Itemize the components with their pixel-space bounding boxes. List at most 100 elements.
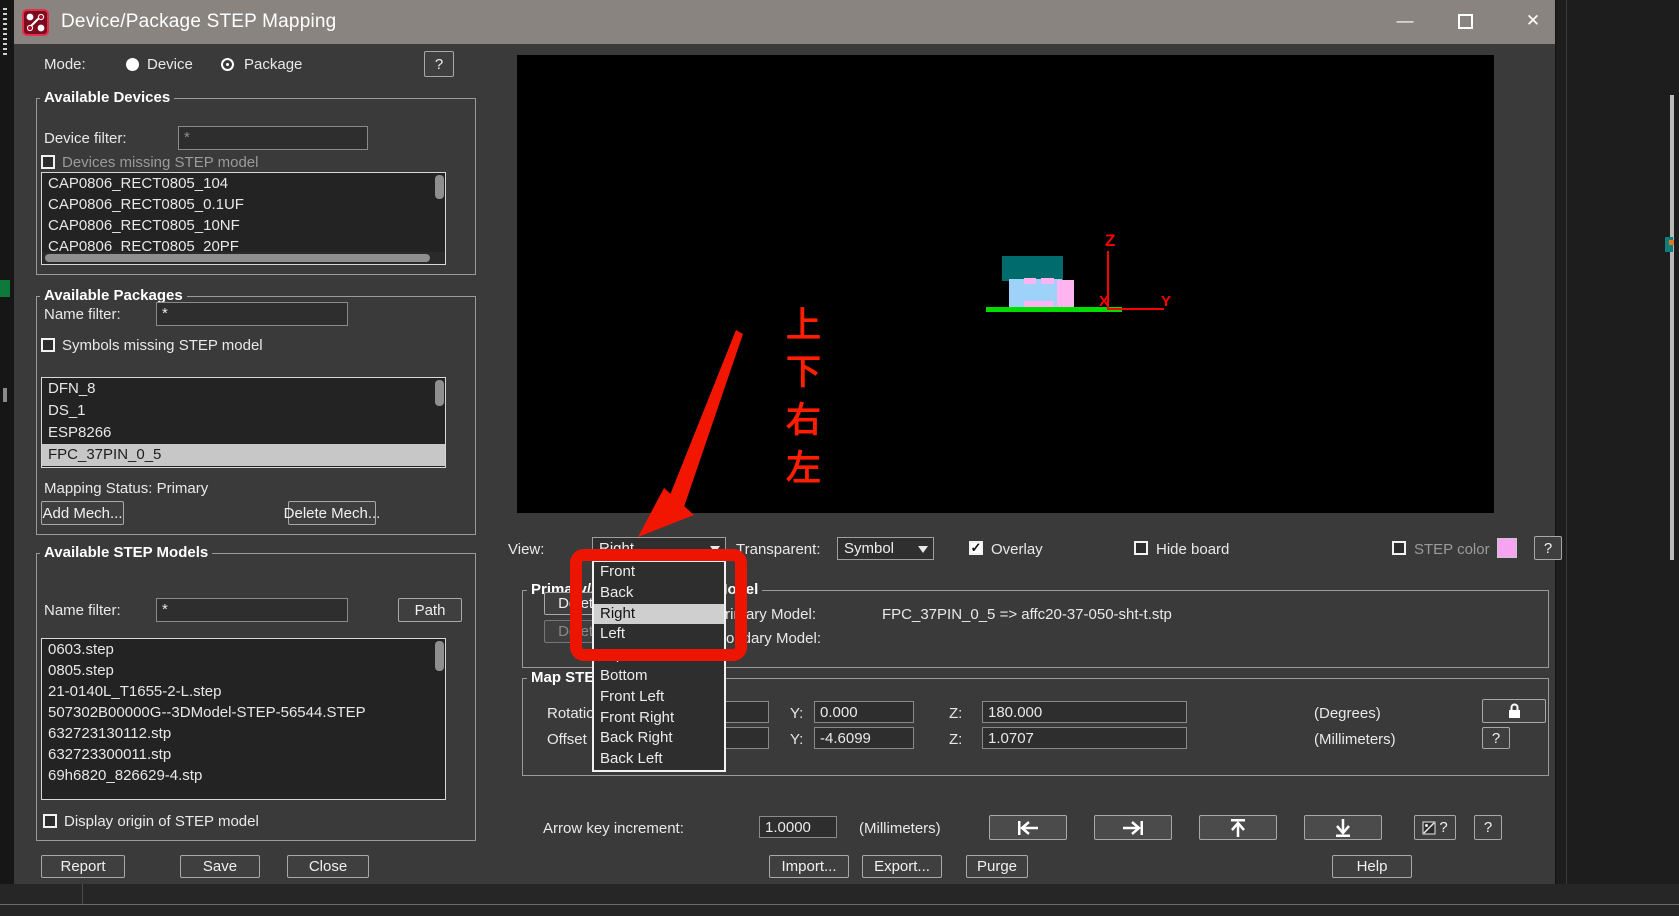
overlay-label[interactable]: Overlay [991, 541, 1043, 558]
close-dialog-button[interactable]: Close [287, 855, 369, 878]
axis-y-line [1107, 308, 1164, 310]
transparent-combobox-value: Symbol [844, 540, 895, 557]
list-item[interactable]: 632723130112.stp [42, 723, 445, 744]
dropdown-item[interactable]: Back Right [594, 728, 724, 749]
window-title: Device/Package STEP Mapping [61, 11, 337, 32]
device-list-vscrollbar[interactable] [435, 175, 444, 199]
axis-z-label: Z [1105, 231, 1116, 250]
mode-device-label[interactable]: Device [147, 56, 193, 73]
nudge-left-button[interactable] [989, 815, 1067, 840]
background-orange-dot [1669, 240, 1674, 245]
rotation-z-field[interactable]: 180.000 [982, 701, 1187, 723]
rotation-lock-button[interactable] [1482, 699, 1546, 723]
titlebar[interactable]: Device/Package STEP Mapping — ✕ [14, 0, 1555, 44]
symbols-missing-label[interactable]: Symbols missing STEP model [62, 337, 263, 354]
increment-units-label: (Millimeters) [859, 820, 941, 837]
package-filter-value: * [162, 305, 168, 322]
rotation-y-field[interactable]: 0.000 [814, 701, 914, 723]
package-list-vscrollbar[interactable] [435, 380, 444, 406]
device-list-hscrollbar[interactable] [42, 252, 445, 264]
list-item[interactable]: 507302B00000G--3DModel-STEP-56544.STEP [42, 702, 445, 723]
package-list[interactable]: DFN_8 DS_1 ESP8266 FPC_37PIN_0_5 [41, 377, 446, 468]
list-item[interactable]: CAP0806_RECT0805_10NF [42, 215, 445, 236]
package-filter-input[interactable]: * [156, 302, 348, 326]
list-item[interactable]: 0603.step [42, 639, 445, 660]
dropdown-item[interactable]: Front Right [594, 708, 724, 729]
available-devices-title: Available Devices [40, 89, 175, 106]
dropdown-item[interactable]: Front Left [594, 687, 724, 708]
annotation-char-right: 右 [786, 401, 822, 440]
arrow-up-icon [1231, 818, 1245, 837]
background-scrollbar[interactable] [1670, 95, 1674, 560]
close-button[interactable]: ✕ [1518, 6, 1548, 36]
import-button[interactable]: Import... [769, 855, 849, 878]
delete-mech-button[interactable]: Delete Mech... [284, 501, 380, 525]
help-button[interactable]: Help [1332, 855, 1412, 878]
display-origin-checkbox[interactable] [43, 814, 57, 828]
step-color-swatch[interactable] [1497, 538, 1517, 558]
list-item[interactable]: DS_1 [42, 400, 445, 422]
millimeters-label: (Millimeters) [1314, 731, 1396, 748]
mapping-status: Mapping Status: Primary [44, 480, 209, 497]
increment-field[interactable]: 1.0000 [759, 816, 837, 838]
step-color-checkbox[interactable] [1392, 541, 1406, 555]
annotation-char-up: 上 [786, 306, 822, 345]
list-item[interactable]: 0805.step [42, 660, 445, 681]
maximize-button[interactable] [1450, 6, 1480, 36]
step-model-list[interactable]: 0603.step 0805.step 21-0140L_T1655-2-L.s… [41, 638, 446, 800]
path-button[interactable]: Path [398, 598, 462, 622]
add-mech-button[interactable]: Add Mech... [41, 501, 124, 525]
save-button[interactable]: Save [180, 855, 260, 878]
step-filter-input[interactable]: * [156, 598, 348, 622]
report-button[interactable]: Report [41, 855, 125, 878]
display-origin-label[interactable]: Display origin of STEP model [64, 813, 259, 830]
list-item[interactable]: 21-0140L_T1655-2-L.step [42, 681, 445, 702]
mode-package-label[interactable]: Package [244, 56, 302, 73]
offset-y-field[interactable]: -4.6099 [814, 727, 914, 749]
dropdown-item[interactable]: Back Left [594, 749, 724, 770]
nudge-up-button[interactable] [1199, 815, 1277, 840]
mode-label: Mode: [44, 56, 86, 73]
step-mapping-dialog: Device/Package STEP Mapping — ✕ Mode: De… [14, 0, 1562, 884]
snap-help-button[interactable]: ? [1414, 815, 1456, 840]
background-window-edge [1566, 0, 1567, 916]
background-dots [3, 8, 7, 58]
devices-missing-label[interactable]: Devices missing STEP model [62, 154, 258, 171]
mode-help-button[interactable]: ? [424, 51, 454, 77]
increment-help-button[interactable]: ? [1474, 815, 1502, 840]
model-pad-top2 [1041, 278, 1054, 284]
dropdown-item[interactable]: Bottom [594, 666, 724, 687]
hide-board-checkbox[interactable] [1134, 541, 1148, 555]
list-item[interactable]: DFN_8 [42, 378, 445, 400]
viewport-3d[interactable]: Z X Y 上 下 右 左 [517, 55, 1494, 513]
device-filter-input[interactable]: * [178, 126, 368, 150]
offset-z-field[interactable]: 1.0707 [982, 727, 1187, 749]
offset-z-label: Z: [949, 731, 963, 748]
transparent-label: Transparent: [736, 541, 821, 558]
list-item-selected[interactable]: FPC_37PIN_0_5 [42, 444, 445, 466]
mode-package-radio[interactable] [221, 58, 234, 71]
nudge-down-button[interactable] [1304, 815, 1382, 840]
export-button[interactable]: Export... [862, 855, 942, 878]
nudge-right-button[interactable] [1094, 815, 1172, 840]
step-list-vscrollbar[interactable] [435, 641, 444, 671]
step-color-label[interactable]: STEP color [1414, 541, 1490, 558]
offset-help-button[interactable]: ? [1482, 727, 1510, 749]
symbols-missing-checkbox[interactable] [41, 338, 55, 352]
transparent-combobox[interactable]: Symbol [837, 537, 934, 560]
view-row-help-button[interactable]: ? [1534, 536, 1562, 560]
list-item[interactable]: CAP0806_RECT0805_104 [42, 173, 445, 194]
list-item[interactable]: 69h6820_826629-4.stp [42, 765, 445, 786]
device-filter-label: Device filter: [44, 130, 127, 147]
purge-button[interactable]: Purge [966, 855, 1028, 878]
image-icon [1422, 821, 1436, 834]
minimize-button[interactable]: — [1390, 6, 1420, 36]
package-filter-label: Name filter: [44, 306, 121, 323]
hide-board-label[interactable]: Hide board [1156, 541, 1229, 558]
devices-missing-checkbox[interactable] [41, 155, 55, 169]
list-item[interactable]: CAP0806_RECT0805_0.1UF [42, 194, 445, 215]
list-item[interactable]: ESP8266 [42, 422, 445, 444]
list-item[interactable]: 632723300011.stp [42, 744, 445, 765]
overlay-checkbox[interactable]: ✓ [969, 540, 983, 555]
mode-device-radio[interactable] [126, 58, 139, 71]
